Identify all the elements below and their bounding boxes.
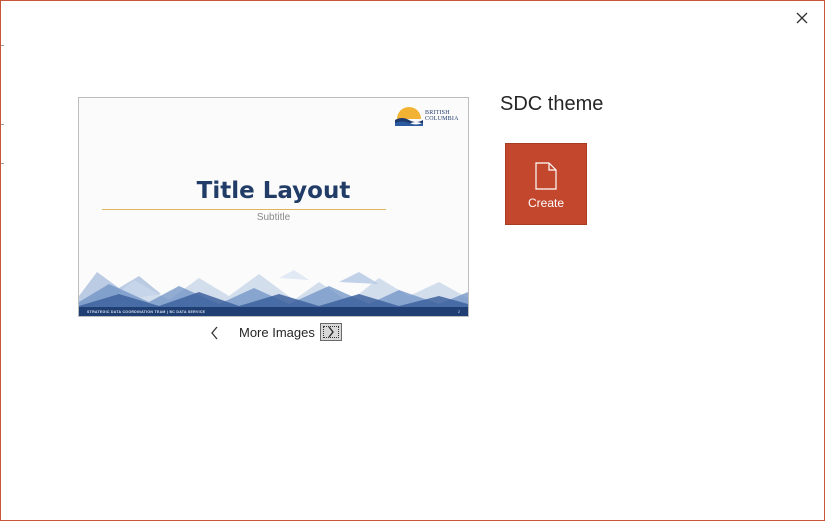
slide-subtitle: Subtitle [256,212,291,223]
close-icon [796,12,808,24]
slide-divider [102,209,386,210]
chevron-left-icon [211,326,218,340]
close-button[interactable] [791,7,813,29]
theme-preview-image: BRITISH COLUMBIA Title Layout Subtitle S… [78,97,469,317]
slide-page-number: 2 [458,310,460,314]
slide-footer-text: STRATEGIC DATA COORDINATION TEAM | BC DA… [87,310,206,314]
bc-logo-text: BRITISH COLUMBIA [425,110,459,122]
more-images-label: More Images [239,325,315,340]
chevron-right-icon [328,326,334,338]
slide-footer: STRATEGIC DATA COORDINATION TEAM | BC DA… [79,307,468,316]
next-image-button[interactable] [320,323,342,341]
mountain-illustration [79,270,468,308]
edge-mark [1,124,4,125]
edge-mark [1,163,4,164]
edge-mark [1,45,4,46]
slide-title: Title Layout [196,178,351,204]
document-icon [535,162,557,190]
theme-preview-dialog: BRITISH COLUMBIA Title Layout Subtitle S… [0,0,825,521]
create-button[interactable]: Create [505,143,587,225]
theme-name: SDC theme [500,93,604,115]
previous-image-button[interactable] [205,323,225,343]
create-button-label: Create [527,196,565,210]
